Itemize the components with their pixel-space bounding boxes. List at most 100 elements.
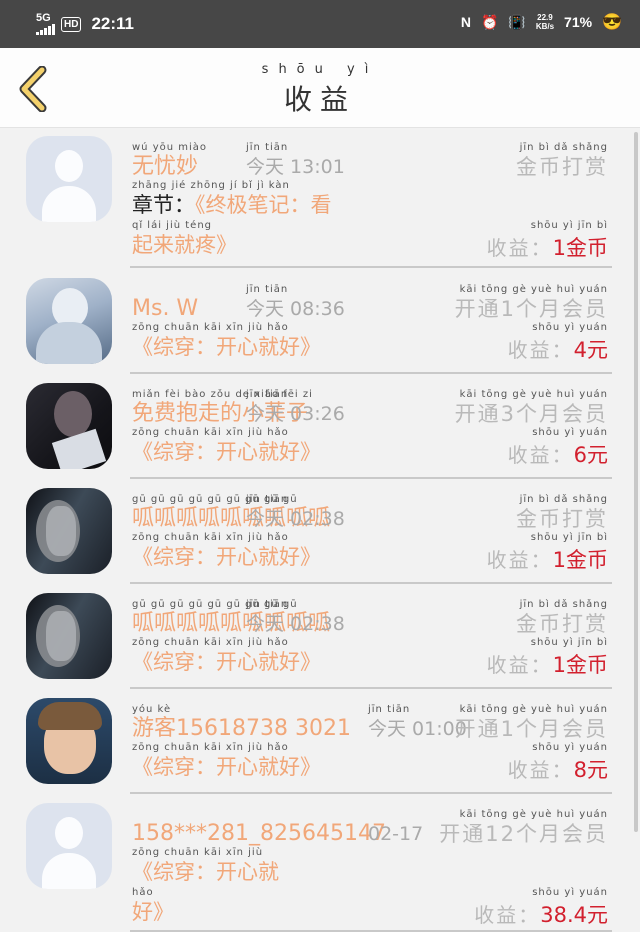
earning-block: shōu yì yuán 收益：4元 <box>508 322 608 364</box>
note-pinyin: zōng chuān kāi xīn jiù hǎo <box>132 637 289 648</box>
earning-label: 收益： <box>474 903 541 927</box>
earning-label: 收益： <box>507 338 574 362</box>
book-title: 《综穿：开心就好》 <box>132 439 321 465</box>
book-name: 《综穿：开心就 <box>132 860 279 884</box>
action-block: kāi tōng gè yuè huì yuán 开通1个月会员 <box>455 704 608 742</box>
time-block: 02-17 <box>368 809 423 847</box>
note-block: zōng chuān kāi xīn jiù hǎo 《综穿：开心就好》 <box>132 427 321 465</box>
avatar[interactable] <box>26 698 112 784</box>
book-title: 章节：《终极笔记：看 <box>132 192 332 218</box>
time-pinyin: jīn tiān <box>246 389 289 400</box>
earning-value: 1金币 <box>552 548 608 572</box>
avatar[interactable] <box>26 488 112 574</box>
action-block: jīn bì dǎ shǎng 金币打赏 <box>516 494 608 532</box>
earning-pinyin: shōu yì yuán <box>532 322 608 333</box>
action-pinyin: jīn bì dǎ shǎng <box>519 599 608 610</box>
user-name: 158***281_825645147 <box>132 821 386 846</box>
name-pinyin <box>132 284 198 296</box>
avatar-head <box>55 817 83 849</box>
note-pinyin: zōng chuān kāi xīn jiù hǎo <box>132 322 289 333</box>
action-block: kāi tōng gè yuè huì yuán 开通1个月会员 <box>455 284 608 322</box>
timestamp: 今天 02:38 <box>246 508 345 530</box>
list-item[interactable]: miǎn fèi bào zǒu de xiǎo fēi zi 免费抱走的小菲子 j… <box>0 375 640 479</box>
timestamp: 今天 13:01 <box>246 156 345 178</box>
earning-line: 收益：38.4元 <box>474 899 608 929</box>
timestamp: 今天 03:26 <box>246 403 345 425</box>
name-block: wú yōu miào 无忧妙 <box>132 142 207 180</box>
action-type: 金币打赏 <box>516 507 608 531</box>
note-prefix: 章节： <box>132 193 195 217</box>
earnings-list[interactable]: wú yōu miào 无忧妙 jīn tiān 今天 13:01 jīn bì dǎ … <box>0 128 640 932</box>
avatar[interactable] <box>26 383 112 469</box>
timestamp: 今天 02:38 <box>246 613 345 635</box>
note-block: zōng chuān kāi xīn jiù hǎo 《综穿：开心就好》 <box>132 322 321 360</box>
avatar-body <box>36 322 102 364</box>
battery-level: 71% <box>564 14 593 30</box>
network-speed: 22.9 KB/s <box>535 13 555 31</box>
avatar-body <box>42 853 96 889</box>
avatar-head <box>55 150 83 182</box>
list-item[interactable]: yóu kè 游客15618738 3021 jīn tiān 今天 01:00 kāi… <box>0 690 640 794</box>
action-pinyin: kāi tōng gè yuè huì yuán <box>459 284 608 295</box>
row-divider <box>130 582 612 584</box>
note-pinyin: zhāng jié zhōng jí bǐ jì kàn <box>132 180 290 191</box>
action-type: 开通1个月会员 <box>454 297 608 321</box>
avatar[interactable] <box>26 803 112 889</box>
earning-value: 6元 <box>573 443 608 467</box>
earning-block: shōu yì jīn bì 收益：1金币 <box>487 220 608 262</box>
avatar[interactable] <box>26 136 112 222</box>
earning-block: shōu yì jīn bì 收益：1金币 <box>487 637 608 679</box>
earning-block: shōu yì yuán 收益：38.4元 <box>474 887 608 929</box>
action-block: jīn bì dǎ shǎng 金币打赏 <box>516 599 608 637</box>
note-pinyin: zōng chuān kāi xīn jiù hǎo <box>132 427 289 438</box>
book-title: 《综穿：开心就好》 <box>132 334 321 360</box>
book-name: 《综穿：开心就好》 <box>132 335 321 359</box>
name-pinyin <box>132 809 386 821</box>
action-block: kāi tōng gè yuè huì yuán 开通3个月会员 <box>455 389 608 427</box>
list-item[interactable]: wú yōu miào 无忧妙 jīn tiān 今天 13:01 jīn bì dǎ … <box>0 128 640 268</box>
list-item[interactable]: Ms. W jīn tiān 今天 08:36 kāi tōng gè yuè huì… <box>0 270 640 374</box>
time-pinyin: jīn tiān <box>246 284 289 295</box>
note-block-cont: qǐ lái jiù téng 起来就疼》 <box>132 220 237 258</box>
earning-line: 收益：1金币 <box>487 232 608 262</box>
earning-line: 收益：4元 <box>508 334 608 364</box>
action-type: 开通12个月会员 <box>439 822 608 846</box>
user-name: 无忧妙 <box>132 154 199 179</box>
timestamp: 今天 08:36 <box>246 298 345 320</box>
earning-block: shōu yì jīn bì 收益：1金币 <box>487 532 608 574</box>
action-type: 金币打赏 <box>516 155 608 179</box>
time-block: jīn tiān 今天 02:38 <box>246 599 345 637</box>
note-block: zōng chuān kāi xīn jiù hǎo 《综穿：开心就好》 <box>132 532 321 570</box>
avatar[interactable] <box>26 593 112 679</box>
earning-line: 收益：1金币 <box>487 649 608 679</box>
action-pinyin: jīn bì dǎ shǎng <box>519 142 608 153</box>
list-item[interactable]: 158***281_825645147 02-17 kāi tōng gè yuè … <box>0 795 640 932</box>
time-pinyin: jīn tiān <box>368 704 411 715</box>
book-title: 《综穿：开心就 <box>132 859 279 885</box>
avatar[interactable] <box>26 278 112 364</box>
book-title-cont: 好》 <box>132 900 174 924</box>
list-item[interactable]: gū gū gū gū gū gū gū gū gū 呱呱呱呱呱呱呱呱呱 jīn t… <box>0 585 640 689</box>
page-title: 收益 <box>283 83 356 116</box>
book-title: 《综穿：开心就好》 <box>132 544 321 570</box>
time-block: jīn tiān 今天 01:00 <box>368 704 467 742</box>
note-block: zōng chuān kāi xīn jiù 《综穿：开心就 <box>132 847 279 885</box>
name-block: 158***281_825645147 <box>132 809 386 847</box>
user-name: 游客15618738 3021 <box>132 716 351 741</box>
emoji-sunglasses-icon: 😎 <box>602 14 622 31</box>
earning-value: 38.4元 <box>540 903 608 927</box>
action-pinyin: kāi tōng gè yuè huì yuán <box>459 704 608 715</box>
earning-line: 收益：6元 <box>508 439 608 469</box>
scrollbar[interactable] <box>634 132 638 832</box>
status-bar: 5G HD 22:11 N ⏰ 📳 22.9 KB/s 71% 😎 <box>0 0 640 48</box>
name-pinyin: wú yōu miào <box>132 142 208 153</box>
vibrate-icon: 📳 <box>508 13 526 30</box>
nfc-icon: N <box>460 14 471 30</box>
name-block: yóu kè 游客15618738 3021 <box>132 704 351 742</box>
earning-label: 收益： <box>507 443 574 467</box>
status-time: 22:11 <box>91 14 134 33</box>
book-name: 《综穿：开心就好》 <box>132 440 321 464</box>
note-pinyin: zōng chuān kāi xīn jiù hǎo <box>132 742 289 753</box>
book-title-cont: 起来就疼》 <box>132 233 237 257</box>
list-item[interactable]: gū gū gū gū gū gū gū gū gū 呱呱呱呱呱呱呱呱呱 jīn t… <box>0 480 640 584</box>
